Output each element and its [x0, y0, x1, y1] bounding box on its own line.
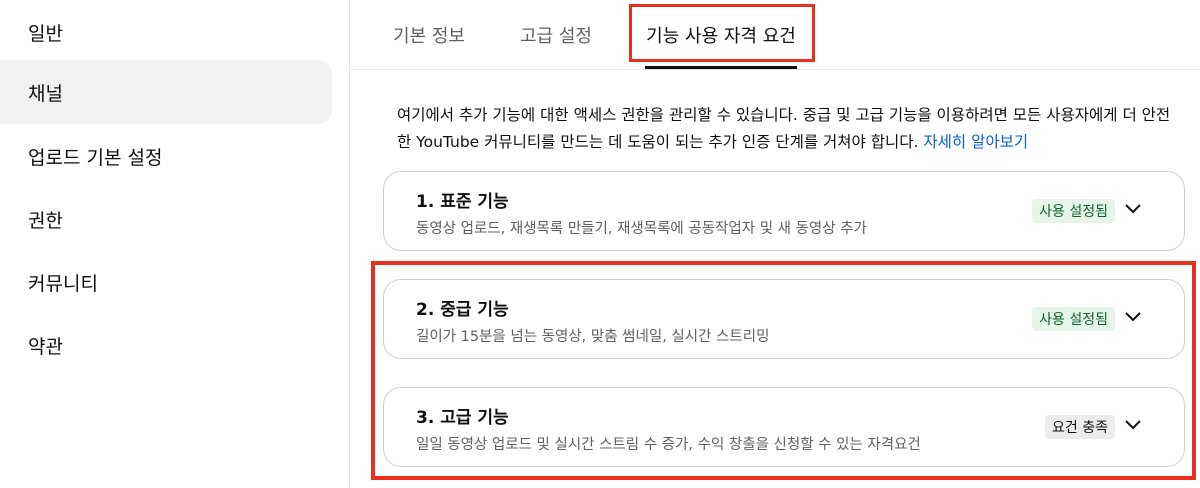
- channel-tabs: 기본 정보 고급 설정 기능 사용 자격 요건: [350, 0, 1200, 70]
- sidebar-item-channel[interactable]: 채널: [0, 60, 332, 124]
- sidebar-item-upload-defaults[interactable]: 업로드 기본 설정: [0, 124, 332, 188]
- tab-basic-info[interactable]: 기본 정보: [378, 0, 480, 69]
- feature-title: 3. 고급 기능: [416, 408, 509, 428]
- chevron-down-icon[interactable]: [1124, 311, 1142, 323]
- learn-more-link[interactable]: 자세히 알아보기: [923, 133, 1028, 151]
- chevron-down-icon[interactable]: [1124, 419, 1142, 431]
- sidebar-item-label: 일반: [28, 22, 63, 45]
- sidebar-item-label: 업로드 기본 설정: [28, 146, 163, 169]
- status-badge: 사용 설정됨: [1032, 199, 1115, 223]
- settings-sidebar: 일반 채널 업로드 기본 설정 권한 커뮤니티 약관: [0, 0, 350, 488]
- description-text: 여기에서 추가 기능에 대한 액세스 권한을 관리할 수 있습니다. 중급 및 …: [397, 106, 1171, 151]
- chevron-down-icon[interactable]: [1124, 203, 1142, 215]
- tab-advanced-settings[interactable]: 고급 설정: [505, 0, 607, 69]
- sidebar-item-label: 채널: [28, 82, 63, 105]
- feature-title: 2. 중급 기능: [416, 300, 509, 320]
- feature-title: 1. 표준 기능: [416, 192, 509, 212]
- active-tab-indicator: [645, 66, 797, 69]
- feature-subtitle: 길이가 15분을 넘는 동영상, 맞춤 썸네일, 실시간 스트리밍: [416, 329, 770, 345]
- feature-card-standard[interactable]: 1. 표준 기능 동영상 업로드, 재생목록 만들기, 재생목록에 공동작업자 …: [383, 171, 1185, 251]
- sidebar-item-agreements[interactable]: 약관: [0, 313, 332, 377]
- sidebar-item-general[interactable]: 일반: [0, 0, 332, 64]
- feature-card-advanced[interactable]: 3. 고급 기능 일일 동영상 업로드 및 실시간 스트림 수 증가, 수익 창…: [383, 387, 1185, 467]
- feature-subtitle: 일일 동영상 업로드 및 실시간 스트림 수 증가, 수익 창출을 신청할 수 …: [416, 437, 921, 453]
- sidebar-item-label: 커뮤니티: [28, 272, 98, 295]
- sidebar-item-label: 권한: [28, 209, 63, 232]
- feature-card-intermediate[interactable]: 2. 중급 기능 길이가 15분을 넘는 동영상, 맞춤 썸네일, 실시간 스트…: [383, 279, 1185, 359]
- sidebar-item-permissions[interactable]: 권한: [0, 187, 332, 251]
- status-badge: 사용 설정됨: [1032, 307, 1115, 331]
- sidebar-item-label: 약관: [28, 335, 63, 358]
- status-badge: 요건 충족: [1045, 415, 1115, 439]
- feature-description: 여기에서 추가 기능에 대한 액세스 권한을 관리할 수 있습니다. 중급 및 …: [397, 102, 1177, 156]
- tab-feature-eligibility[interactable]: 기능 사용 자격 요건: [636, 0, 806, 69]
- feature-subtitle: 동영상 업로드, 재생목록 만들기, 재생목록에 공동작업자 및 새 동영상 추…: [416, 221, 867, 237]
- sidebar-item-community[interactable]: 커뮤니티: [0, 250, 332, 314]
